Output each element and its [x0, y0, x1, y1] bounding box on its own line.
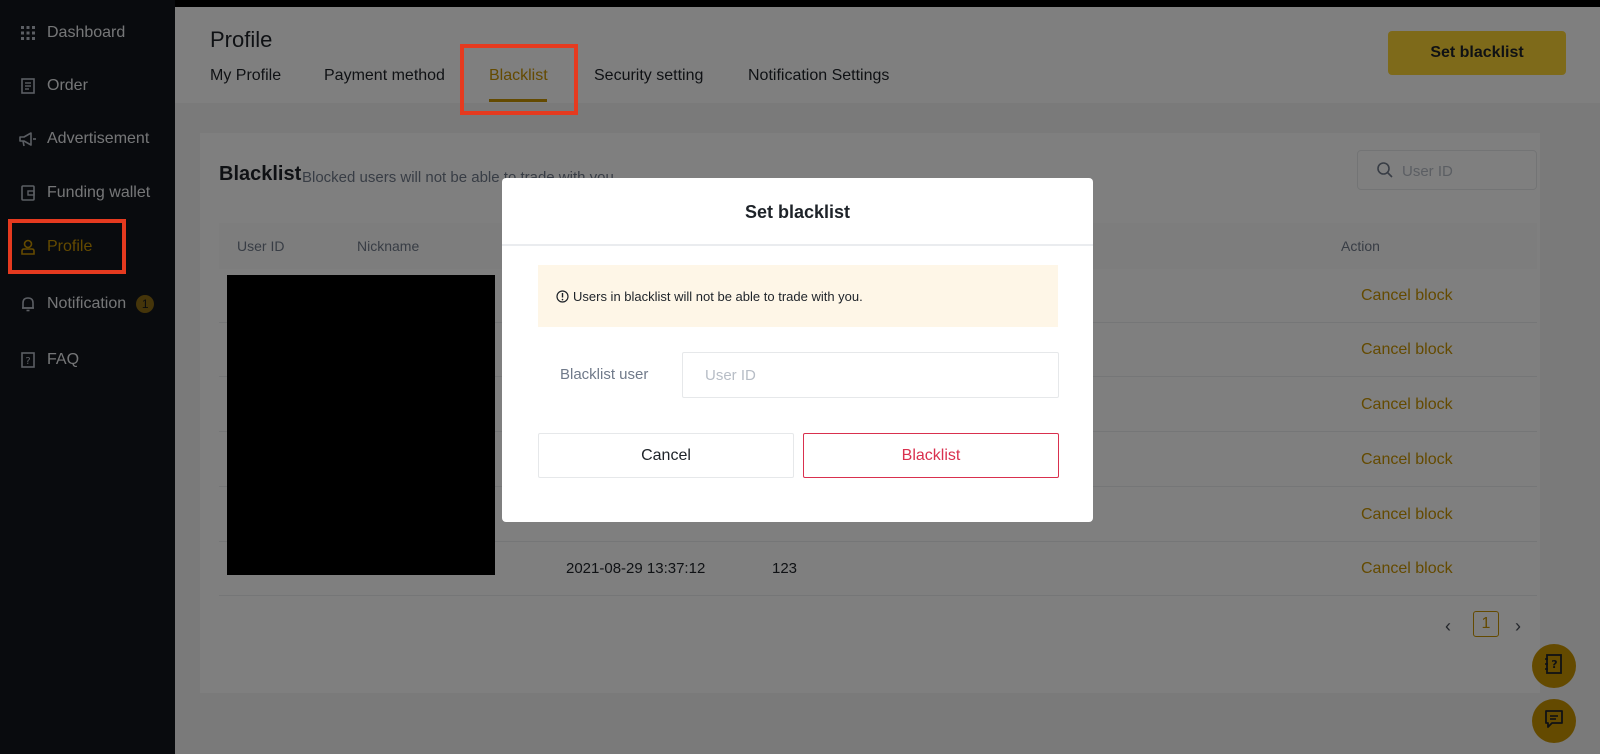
modal-title: Set blacklist	[744, 202, 851, 222]
blacklist-user-label: Blacklist user	[560, 366, 649, 383]
cancel-button[interactable]: Cancel	[538, 433, 794, 478]
highlight-box-blacklist-tab	[460, 44, 578, 115]
notice-banner: Users in blacklist will not be able to t…	[538, 265, 1058, 327]
blacklist-user-input[interactable]	[682, 352, 1059, 398]
set-blacklist-modal: Set blacklist Users in blacklist will no…	[502, 178, 1093, 522]
blacklist-confirm-button[interactable]: Blacklist	[803, 433, 1059, 478]
modal-divider	[502, 244, 1093, 246]
notice-text: Users in blacklist will not be able to t…	[573, 288, 863, 304]
info-icon	[556, 289, 569, 303]
highlight-box-profile-overlay	[8, 219, 126, 274]
